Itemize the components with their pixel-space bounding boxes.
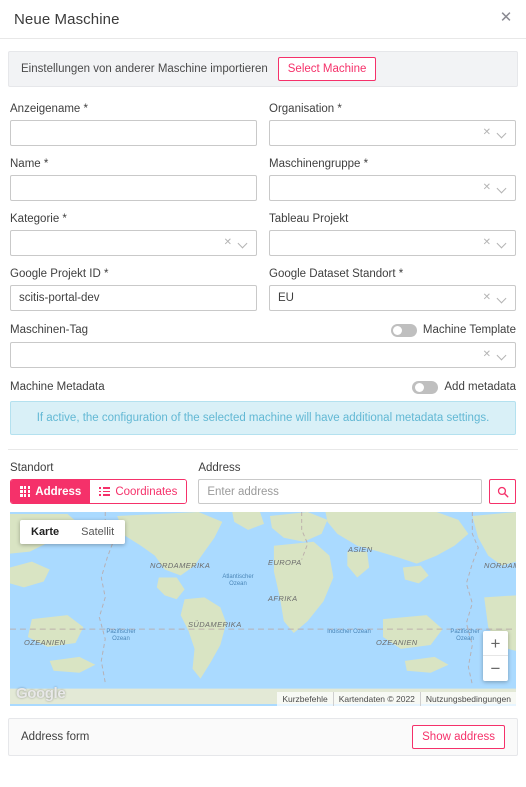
import-settings-label: Einstellungen von anderer Maschine impor…: [21, 63, 268, 75]
standort-group: Standort Address Coordinates: [10, 461, 188, 504]
address-form-title: Address form: [21, 731, 90, 743]
location-map[interactable]: Karte Satellit NORDAMERIKA SÜDAMERIKA EU…: [10, 512, 516, 706]
label-maschinengruppe: Maschinengruppe *: [269, 158, 369, 170]
search-button[interactable]: [489, 479, 516, 504]
name-input[interactable]: [10, 175, 257, 201]
list-icon: [99, 487, 111, 496]
select-icons: ✕: [483, 293, 507, 303]
clear-icon[interactable]: ✕: [483, 238, 491, 248]
select-icons: ✕: [483, 238, 507, 248]
maschinengruppe-select[interactable]: ✕: [269, 175, 516, 201]
chevron-down-icon[interactable]: [239, 239, 248, 248]
address-form-bar: Address form Show address: [8, 718, 518, 756]
map-attrib-data: Kartendaten © 2022: [332, 692, 420, 706]
map-type-switch: Karte Satellit: [20, 520, 126, 544]
field-google-projekt-id: Google Projekt ID *: [10, 267, 257, 311]
segment-address[interactable]: Address: [11, 480, 91, 503]
label-address: Address: [198, 462, 241, 474]
add-metadata-toggle[interactable]: [412, 380, 439, 394]
show-address-button[interactable]: Show address: [412, 724, 505, 750]
map-attribution: Kurzbefehle Kartendaten © 2022 Nutzungsb…: [277, 692, 516, 706]
field-organisation: Organisation * ✕: [269, 102, 516, 146]
chevron-down-icon[interactable]: [498, 184, 507, 193]
field-maschinen-tag: Maschinen-Tag Machine Template ✕: [10, 322, 516, 368]
clear-icon[interactable]: ✕: [483, 293, 491, 303]
machine-template-label: Machine Template: [422, 324, 516, 336]
google-dataset-standort-select[interactable]: EU ✕: [269, 285, 516, 311]
field-machine-metadata: Machine Metadata Add metadata: [10, 379, 516, 399]
machine-form: Anzeigename * Organisation * ✕ Name * Ma…: [8, 102, 518, 399]
field-maschinengruppe: Maschinengruppe * ✕: [269, 157, 516, 201]
import-settings-bar: Einstellungen von anderer Maschine impor…: [8, 51, 518, 87]
chevron-down-icon[interactable]: [498, 129, 507, 138]
label-tableau-projekt: Tableau Projekt: [269, 213, 349, 225]
dialog-body: Einstellungen von anderer Maschine impor…: [0, 39, 526, 706]
zoom-out-button[interactable]: −: [483, 656, 508, 681]
search-icon: [497, 486, 508, 497]
add-metadata-label: Add metadata: [444, 381, 516, 393]
select-icons: ✕: [483, 128, 507, 138]
maschinen-tag-header: Maschinen-Tag Machine Template: [10, 322, 516, 338]
label-machine-metadata: Machine Metadata: [10, 381, 105, 393]
segment-coordinates[interactable]: Coordinates: [90, 480, 187, 503]
map-type-satellit[interactable]: Satellit: [70, 520, 125, 544]
machine-template-toggle[interactable]: [390, 323, 417, 337]
segment-coordinates-label: Coordinates: [115, 485, 178, 498]
clear-icon[interactable]: ✕: [483, 183, 491, 193]
select-icons: ✕: [483, 350, 507, 360]
location-section: Standort Address Coordinates Address Ent…: [8, 450, 518, 512]
chevron-down-icon[interactable]: [498, 239, 507, 248]
tableau-projekt-select[interactable]: ✕: [269, 230, 516, 256]
clear-icon[interactable]: ✕: [483, 128, 491, 138]
map-zoom-controls: + −: [483, 631, 508, 681]
kategorie-select[interactable]: ✕: [10, 230, 257, 256]
grid-icon: [20, 486, 31, 497]
address-input[interactable]: [198, 479, 482, 504]
label-maschinen-tag: Maschinen-Tag: [10, 324, 88, 336]
segment-address-label: Address: [35, 485, 82, 498]
google-projekt-id-input[interactable]: [10, 285, 257, 311]
maschinen-tag-select[interactable]: ✕: [10, 342, 516, 368]
field-tableau-projekt: Tableau Projekt ✕: [269, 212, 516, 256]
clear-icon[interactable]: ✕: [224, 238, 232, 248]
field-name: Name *: [10, 157, 257, 201]
label-google-projekt-id: Google Projekt ID *: [10, 268, 109, 280]
label-google-dataset-standort: Google Dataset Standort *: [269, 268, 404, 280]
select-icons: ✕: [483, 183, 507, 193]
zoom-in-button[interactable]: +: [483, 631, 508, 656]
google-dataset-standort-value: EU: [278, 292, 294, 304]
google-logo: Google: [16, 685, 66, 702]
select-machine-button[interactable]: Select Machine: [277, 56, 377, 82]
chevron-down-icon[interactable]: [498, 294, 507, 303]
location-mode-segmented: Address Coordinates: [10, 479, 188, 504]
label-organisation: Organisation *: [269, 103, 342, 115]
chevron-down-icon[interactable]: [498, 351, 507, 360]
machine-template-toggle-wrap: Machine Template: [390, 323, 516, 337]
metadata-info-box: If active, the configuration of the sele…: [10, 401, 516, 435]
address-search-group: Address: [198, 461, 516, 504]
map-type-karte[interactable]: Karte: [20, 520, 70, 544]
label-standort: Standort: [10, 462, 54, 474]
select-icons: ✕: [224, 238, 248, 248]
label-anzeigename: Anzeigename *: [10, 103, 88, 115]
field-kategorie: Kategorie * ✕: [10, 212, 257, 256]
machine-metadata-header: Machine Metadata Add metadata: [10, 379, 516, 395]
field-google-dataset-standort: Google Dataset Standort * EU ✕: [269, 267, 516, 311]
clear-icon[interactable]: ✕: [483, 350, 491, 360]
page-title: Neue Maschine: [14, 10, 120, 28]
field-anzeigename: Anzeigename *: [10, 102, 257, 146]
dialog-header: Neue Maschine ✕: [0, 0, 526, 39]
label-name: Name *: [10, 158, 49, 170]
add-metadata-toggle-wrap: Add metadata: [412, 380, 516, 394]
new-machine-dialog: Neue Maschine ✕ Einstellungen von andere…: [0, 0, 526, 787]
map-attrib-terms[interactable]: Nutzungsbedingungen: [419, 692, 516, 706]
map-attrib-shortcuts[interactable]: Kurzbefehle: [277, 692, 332, 706]
label-kategorie: Kategorie *: [10, 213, 67, 225]
organisation-select[interactable]: ✕: [269, 120, 516, 146]
close-icon[interactable]: ✕: [497, 9, 515, 27]
anzeigename-input[interactable]: [10, 120, 257, 146]
